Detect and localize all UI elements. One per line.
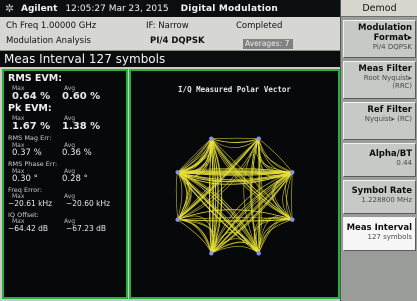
polar-vector-plot [175,136,295,256]
softkey-value: Pi/4 DQPSK [372,43,412,51]
softkey-label: Alpha/BT [369,149,412,159]
meas-filter-softkey[interactable]: Meas Filter Root Nyquist▸ (RRC) [343,61,416,99]
softkey-value: 1.228800 MHz [361,196,412,204]
rms-phase-err-avg-value: 0.28 ° [62,174,88,184]
trajectory-segment [177,219,212,254]
constellation-point [256,136,261,141]
meas-interval-softkey[interactable]: Meas Interval 127 symbols [343,217,416,251]
constellation-point [256,251,261,256]
softkey-menu-title: Demod [341,0,417,17]
alpha-bt-softkey[interactable]: Alpha/BT 0.44 [343,143,416,177]
status-bar: ✲ Agilent 12:05:27 Mar 23, 2015 Digital … [0,0,340,17]
trajectory-segment [258,138,293,173]
iq-offset-max-value: −64.42 dB [8,224,49,233]
constellation-point [175,170,180,175]
averages-indicator: Averages: 7 [243,39,293,49]
trajectory-segment [258,138,293,173]
if-label: IF: Narrow [146,21,189,31]
softkey-value: Root Nyquist▸ (RRC) [363,74,412,90]
format-label: PI/4 DQPSK [150,36,205,46]
rms-evm-max-value: 0.64 % [12,91,51,102]
softkey-label: Meas Filter [358,64,412,74]
trajectory-segment [258,138,293,173]
trajectory-segment [211,137,259,139]
softkey-label: Symbol Rate [351,186,412,196]
status-label: Completed [236,21,283,31]
pk-evm-avg-value: 1.38 % [62,121,101,132]
pk-evm-label: Pk EVM: [8,103,52,114]
trajectory-segment [291,172,293,220]
constellation-point [290,217,295,222]
rms-phase-err-label: RMS Phase Err: [8,160,58,168]
info-bar: Ch Freq 1.00000 GHz IF: Narrow Completed… [0,17,340,51]
constellation-point [209,136,214,141]
rms-phase-err-max-value: 0.30 ° [12,174,38,184]
freq-error-avg-value: −20.60 kHz [66,199,111,208]
datetime-label: 12:05:27 Mar 23, 2015 [65,3,169,14]
iq-trajectory [175,137,293,254]
rms-mag-err-label: RMS Mag Err: [8,134,52,142]
pk-evm-max-value: 1.67 % [12,121,51,132]
analyzer-screen: ✲ Agilent 12:05:27 Mar 23, 2015 Digital … [0,0,417,301]
softkey-label: Meas Interval [346,223,412,233]
softkey-value: 0.44 [396,159,412,167]
rms-evm-label: RMS EVM: [8,73,63,84]
softkey-label: Ref Filter [367,105,412,115]
brand-label: Agilent [21,3,58,14]
trajectory-segment [258,218,293,254]
softkey-value: 127 symbols [367,233,412,241]
measure-title: Meas Interval 127 symbols [0,51,340,67]
ref-filter-softkey[interactable]: Ref Filter Nyquist▸ (RC) [343,102,416,140]
trajectory-segment [175,172,178,220]
trajectory-segment [258,138,293,173]
constellation-point [175,217,180,222]
constellation-point [290,170,295,175]
rms-evm-avg-value: 0.60 % [62,91,101,102]
trajectory-segment [211,138,259,143]
rms-mag-err-max-value: 0.37 % [12,148,42,158]
softkey-panel: Demod Modulation Format▸ Pi/4 DQPSK Meas… [340,0,417,301]
freq-error-max-value: −20.61 kHz [8,199,53,208]
iq-offset-avg-value: −67.23 dB [66,224,107,233]
measurement-label: Modulation Analysis [6,36,91,46]
constellation-point [209,251,214,256]
trajectory-segment [258,138,293,174]
modulation-format-softkey[interactable]: Modulation Format▸ Pi/4 DQPSK [343,20,416,58]
agilent-logo-icon: ✲ [4,2,15,15]
ch-freq-label: Ch Freq 1.00000 GHz [6,21,97,31]
rms-mag-err-avg-value: 0.36 % [62,148,92,158]
metrics-panel: RMS EVM: Max Avg 0.64 % 0.60 % Pk EVM: M… [2,69,128,299]
softkey-value: Nyquist▸ (RC) [364,115,412,123]
trajectory-segment [258,138,293,173]
symbol-rate-softkey[interactable]: Symbol Rate 1.228800 MHz [343,180,416,214]
softkey-label: Modulation Format▸ [358,23,412,43]
mode-label: Digital Modulation [180,3,279,14]
polar-vector-panel: I/Q Measured Polar Vector [129,69,340,299]
